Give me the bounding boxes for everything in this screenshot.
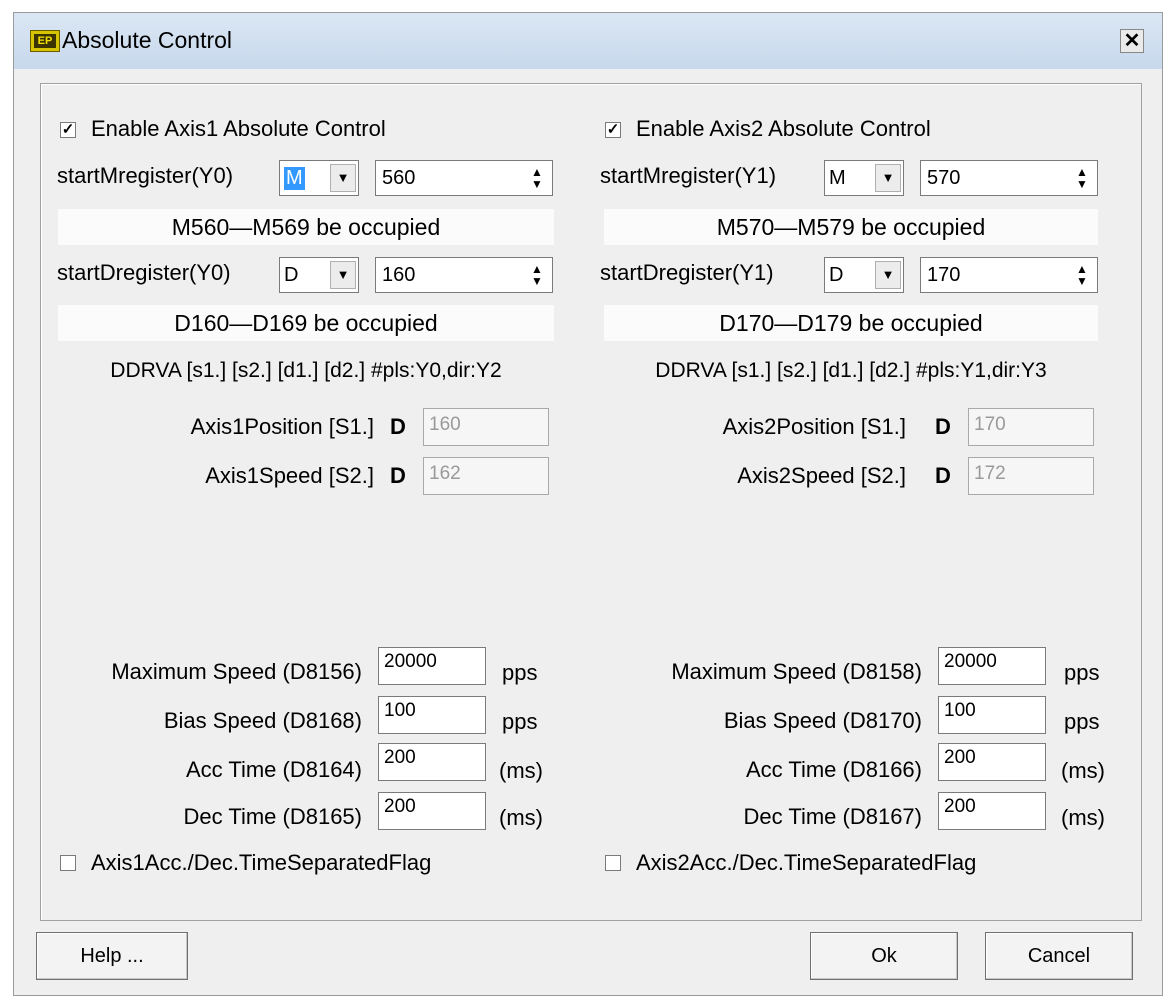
chevron-down-icon[interactable]: ▼ [875, 164, 901, 192]
axis2-acc-time-unit: (ms) [1061, 758, 1105, 783]
check-icon: ✓ [606, 121, 620, 138]
axis2-max-speed-unit: pps [1064, 660, 1100, 685]
axis1-bias-speed-input[interactable]: 100 [378, 696, 486, 734]
axis1-m-occupied-info: M560—M569 be occupied [58, 209, 554, 245]
spin-arrows-icon[interactable]: ▲ ▼ [1073, 263, 1091, 287]
window-title: Absolute Control [62, 27, 233, 53]
axis2-enable-checkbox[interactable]: ✓ [605, 122, 621, 138]
axis1-enable-checkbox[interactable]: ✓ [60, 122, 76, 138]
axis1-acc-time-unit: (ms) [499, 758, 543, 783]
spin-arrows-icon[interactable]: ▲ ▼ [528, 166, 546, 190]
axis2-max-speed-label: Maximum Speed (D8158) [671, 659, 922, 684]
axis2-enable-label: Enable Axis2 Absolute Control [636, 116, 931, 141]
axis2-instruction-text: DDRVA [s1.] [s2.] [d1.] [d2.] #pls:Y1,di… [655, 359, 1047, 382]
axis1-speed-label: Axis1Speed [S2.] [205, 463, 374, 488]
axis2-acc-time-input[interactable]: 200 [938, 743, 1046, 781]
axis1-dec-time-input[interactable]: 200 [378, 792, 486, 830]
axis1-m-register-label: startMregister(Y0) [57, 163, 234, 188]
axis2-max-speed-input[interactable]: 20000 [938, 647, 1046, 685]
axis1-position-label: Axis1Position [S1.] [190, 414, 374, 439]
axis1-position-field: 160 [423, 408, 549, 446]
axis2-d-register-value: 170 [927, 264, 961, 286]
axis1-speed-prefix: D [390, 463, 406, 488]
axis2-speed-field: 172 [968, 457, 1094, 495]
axis2-dec-time-input[interactable]: 200 [938, 792, 1046, 830]
axis1-d-register-input[interactable]: 160 ▲ ▼ [375, 257, 553, 293]
axis1-max-speed-input[interactable]: 20000 [378, 647, 486, 685]
axis2-position-prefix: D [935, 414, 951, 439]
axis1-m-register-input[interactable]: 560 ▲ ▼ [375, 160, 553, 196]
axis1-bias-speed-label: Bias Speed (D8168) [163, 708, 362, 733]
axis1-m-type-value: M [284, 167, 305, 190]
ok-button[interactable]: Ok [810, 932, 958, 980]
axis2-m-register-value: 570 [927, 167, 961, 189]
axis2-m-occupied-info: M570—M579 be occupied [604, 209, 1098, 245]
axis1-dec-time-label: Dec Time (D8165) [183, 804, 362, 829]
cancel-button[interactable]: Cancel [985, 932, 1133, 980]
axis2-separated-flag-label: Axis2Acc./Dec.TimeSeparatedFlag [636, 850, 977, 875]
axis1-bias-speed-unit: pps [502, 709, 538, 734]
axis1-acc-time-input[interactable]: 200 [378, 743, 486, 781]
spin-arrows-icon[interactable]: ▲ ▼ [1073, 166, 1091, 190]
axis1-d-register-label: startDregister(Y0) [57, 260, 231, 285]
app-icon-text: EP [34, 34, 56, 48]
absolute-control-dialog: EP Absolute Control ✕ ✓ Enable Axis1 Abs… [13, 12, 1163, 996]
axis2-d-type-select[interactable]: D ▼ [824, 257, 904, 293]
app-icon: EP [30, 30, 60, 52]
axis2-d-type-value: D [829, 264, 844, 286]
axis1-acc-time-label: Acc Time (D8164) [185, 757, 362, 782]
chevron-down-icon[interactable]: ▼ [875, 261, 901, 289]
axis2-d-register-input[interactable]: 170 ▲ ▼ [920, 257, 1098, 293]
axis1-enable-label: Enable Axis1 Absolute Control [91, 116, 386, 141]
axis2-position-label: Axis2Position [S1.] [722, 414, 906, 439]
axis1-instruction-text: DDRVA [s1.] [s2.] [d1.] [d2.] #pls:Y0,di… [110, 359, 502, 382]
axis2-speed-prefix: D [935, 463, 951, 488]
axis2-separated-flag-checkbox[interactable] [605, 855, 621, 871]
axis2-acc-time-label: Acc Time (D8166) [745, 757, 922, 782]
axis1-d-type-select[interactable]: D ▼ [279, 257, 359, 293]
axis1-max-speed-unit: pps [502, 660, 538, 685]
axis1-m-register-value: 560 [382, 167, 416, 189]
axis2-d-register-label: startDregister(Y1) [600, 260, 774, 285]
axis2-dec-time-label: Dec Time (D8167) [743, 804, 922, 829]
axis2-m-type-value: M [829, 167, 846, 189]
close-button[interactable]: ✕ [1120, 29, 1144, 53]
axis2-bias-speed-label: Bias Speed (D8170) [723, 708, 922, 733]
axis2-bias-speed-input[interactable]: 100 [938, 696, 1046, 734]
axis2-d-occupied-info: D170—D179 be occupied [604, 305, 1098, 341]
spin-arrows-icon[interactable]: ▲ ▼ [528, 263, 546, 287]
axis2-bias-speed-unit: pps [1064, 709, 1100, 734]
axis1-speed-field: 162 [423, 457, 549, 495]
axis1-dec-time-unit: (ms) [499, 805, 543, 830]
axis2-m-type-select[interactable]: M ▼ [824, 160, 904, 196]
axis1-position-prefix: D [390, 414, 406, 439]
axis2-m-register-input[interactable]: 570 ▲ ▼ [920, 160, 1098, 196]
axis2-position-field: 170 [968, 408, 1094, 446]
axis1-d-register-value: 160 [382, 264, 416, 286]
axis1-separated-flag-checkbox[interactable] [60, 855, 76, 871]
axis1-m-type-select[interactable]: M ▼ [279, 160, 359, 196]
axis2-m-register-label: startMregister(Y1) [600, 163, 777, 188]
help-button[interactable]: Help ... [36, 932, 188, 980]
close-icon: ✕ [1123, 30, 1141, 52]
axis1-d-occupied-info: D160—D169 be occupied [58, 305, 554, 341]
axis1-d-type-value: D [284, 264, 299, 286]
title-bar[interactable]: EP Absolute Control ✕ [14, 13, 1162, 69]
axis2-speed-label: Axis2Speed [S2.] [737, 463, 906, 488]
axis1-separated-flag-label: Axis1Acc./Dec.TimeSeparatedFlag [91, 850, 432, 875]
axis2-dec-time-unit: (ms) [1061, 805, 1105, 830]
check-icon: ✓ [61, 121, 75, 138]
chevron-down-icon[interactable]: ▼ [330, 164, 356, 192]
axis1-max-speed-label: Maximum Speed (D8156) [111, 659, 362, 684]
chevron-down-icon[interactable]: ▼ [330, 261, 356, 289]
